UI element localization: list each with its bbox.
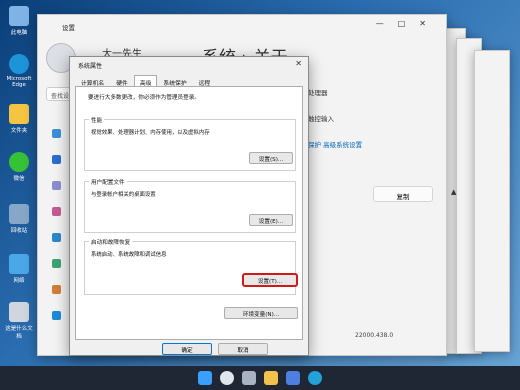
chevron-up-icon[interactable]: ▲ <box>451 188 456 196</box>
close-icon[interactable]: ✕ <box>295 59 302 68</box>
performance-settings-button[interactable]: 设置(S)... <box>249 152 293 164</box>
system-properties-dialog[interactable]: 系统属性 ✕ 计算机名 硬件 高级 系统保护 远程 要进行大多数更改，你必须作为… <box>69 56 309 356</box>
nav-icon[interactable] <box>52 259 61 268</box>
processor-row: 处理器 <box>308 89 328 97</box>
wechat-icon <box>9 152 29 172</box>
advanced-settings-link[interactable]: 保护 高级系统设置 <box>308 139 448 149</box>
taskview-icon[interactable] <box>242 371 256 385</box>
desktop-icon-recycle[interactable]: 回收站 <box>3 204 35 234</box>
nav-icon[interactable] <box>52 207 61 216</box>
store-icon[interactable] <box>286 371 300 385</box>
performance-group: 性能 视觉效果、处理器计划、内存使用，以及虚拟内存 设置(S)... <box>84 116 296 171</box>
desktop-icon-folder[interactable]: 文件夹 <box>3 104 35 134</box>
nav-icon[interactable] <box>52 129 61 138</box>
start-icon[interactable] <box>198 371 212 385</box>
nav-icon[interactable] <box>52 311 61 320</box>
search-icon[interactable] <box>220 371 234 385</box>
nav-icon[interactable] <box>52 285 61 294</box>
network-icon <box>9 254 29 274</box>
pc-icon <box>9 6 29 26</box>
edge-icon[interactable] <box>308 371 322 385</box>
advanced-panel: 要进行大多数更改，你必须作为管理员登录。 性能 视觉效果、处理器计划、内存使用，… <box>75 86 303 340</box>
user-profiles-group: 用户配置文件 与登录帐户相关的桌面设置 设置(E)... <box>84 178 296 233</box>
group-description: 与登录帐户相关的桌面设置 <box>91 192 156 198</box>
environment-variables-button[interactable]: 环境变量(N)... <box>224 307 298 319</box>
group-description: 视觉效果、处理器计划、内存使用，以及虚拟内存 <box>91 130 210 136</box>
settings-title: 设置 <box>62 24 75 32</box>
group-description: 系统启动、系统故障和调试信息 <box>91 252 167 258</box>
os-version: 22000.438.0 <box>355 332 394 339</box>
startup-recovery-settings-button[interactable]: 设置(T)... <box>243 274 297 286</box>
startup-recovery-group: 启动和故障恢复 系统启动、系统故障和调试信息 设置(T)... <box>84 238 297 295</box>
desktop-icon-edge[interactable]: Microsoft Edge <box>3 54 35 88</box>
cancel-button[interactable]: 取消 <box>218 343 268 355</box>
input-row: 触控输入 <box>308 115 334 123</box>
desktop-icon-wechat[interactable]: 微信 <box>3 152 35 182</box>
desktop-icon-doc[interactable]: 这是什么文档 <box>3 302 35 340</box>
doc-icon <box>9 302 29 322</box>
dialog-title: 系统属性 <box>78 63 103 70</box>
user-profiles-settings-button[interactable]: 设置(E)... <box>249 214 293 226</box>
group-title: 用户配置文件 <box>89 178 127 186</box>
ok-button[interactable]: 确定 <box>162 343 212 355</box>
desktop-icons: 此电脑 Microsoft Edge 文件夹 微信 回收站 网络 这是什么文档 <box>0 0 38 360</box>
group-title: 性能 <box>89 116 105 124</box>
window-controls[interactable]: —□✕ <box>376 19 440 28</box>
desktop-icon-this-pc[interactable]: 此电脑 <box>3 6 35 36</box>
taskbar <box>0 366 520 390</box>
group-title: 启动和故障恢复 <box>89 238 133 246</box>
desktop-icon-network[interactable]: 网络 <box>3 254 35 284</box>
admin-notice: 要进行大多数更改，你必须作为管理员登录。 <box>88 95 200 101</box>
folder-icon <box>9 104 29 124</box>
nav-icon[interactable] <box>52 155 61 164</box>
nav-icon[interactable] <box>52 181 61 190</box>
nav-icon[interactable] <box>52 233 61 242</box>
recycle-icon <box>9 204 29 224</box>
explorer-icon[interactable] <box>264 371 278 385</box>
edge-icon <box>9 54 29 74</box>
background-window <box>474 50 510 352</box>
copy-button[interactable]: 复制 <box>373 186 433 202</box>
